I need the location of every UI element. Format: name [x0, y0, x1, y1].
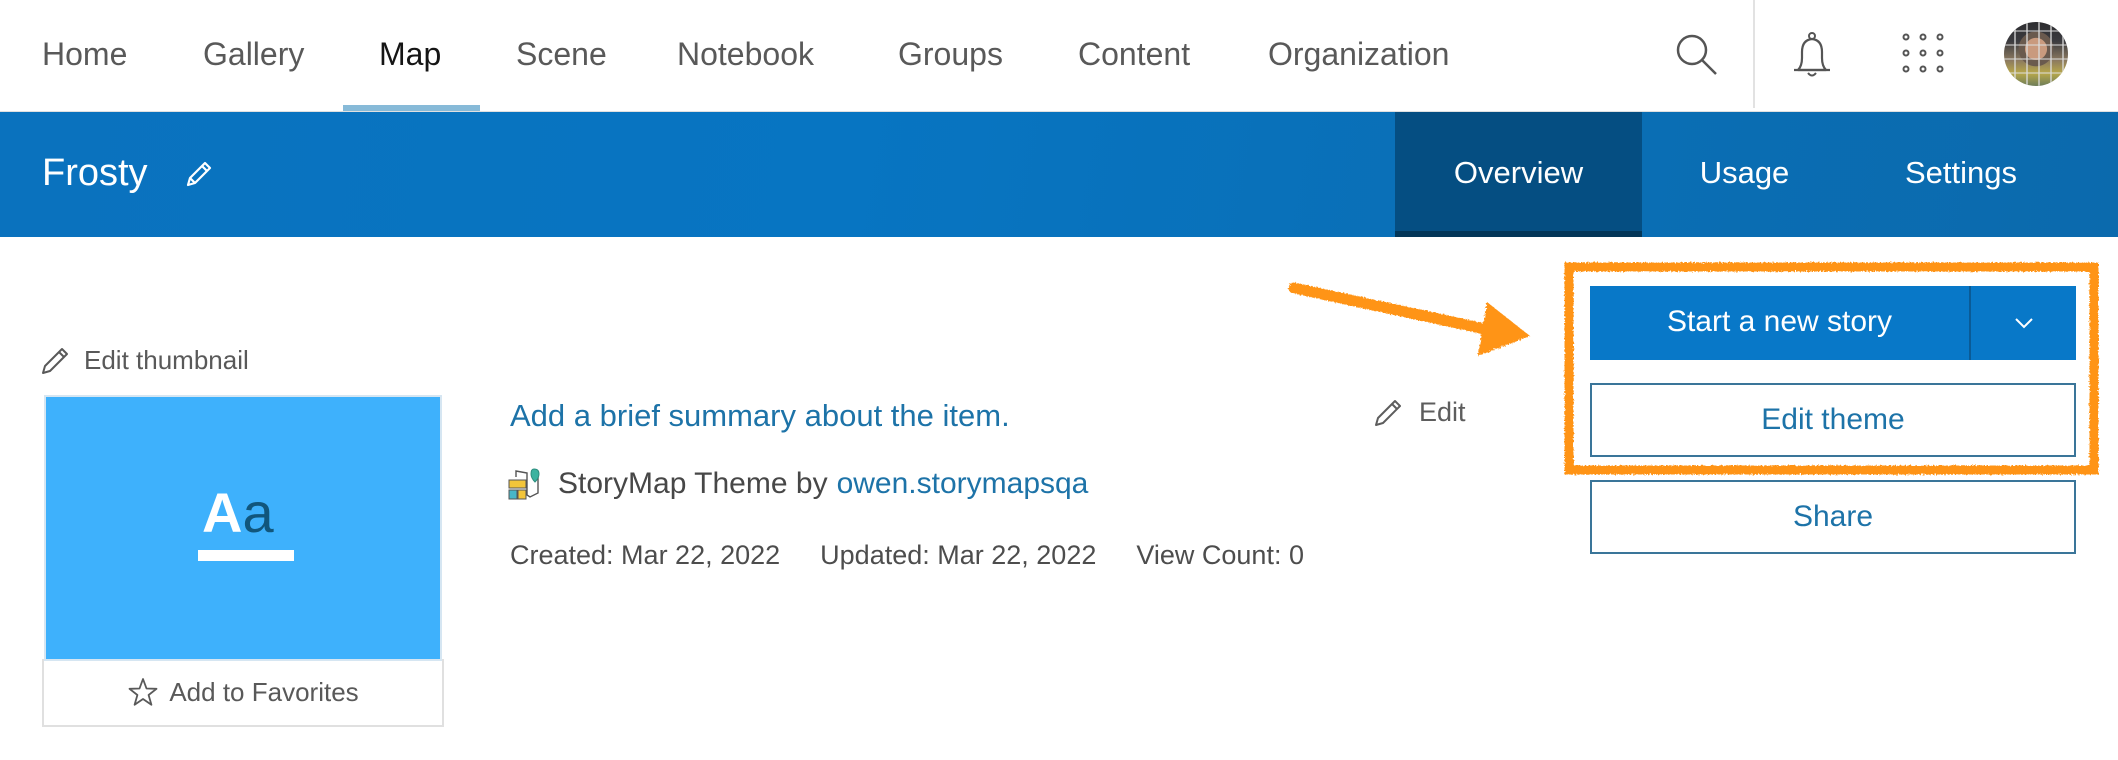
- thumbnail-text-icon: Aa: [202, 485, 274, 541]
- pencil-icon: [42, 348, 68, 374]
- nav-divider: [1753, 0, 1755, 108]
- pencil-icon: [1375, 400, 1401, 426]
- annotation-arrow: [1288, 282, 1530, 356]
- start-new-story-dropdown[interactable]: [1971, 286, 2076, 360]
- storymap-theme-icon: [508, 468, 540, 500]
- nav-item-map[interactable]: Map: [379, 0, 441, 112]
- share-button[interactable]: Share: [1590, 480, 2076, 554]
- bell-icon[interactable]: [1784, 28, 1840, 84]
- by-label: by: [795, 467, 828, 500]
- start-new-story-button[interactable]: Start a new story: [1590, 286, 1971, 360]
- edit-theme-button[interactable]: Edit theme: [1590, 383, 2076, 457]
- edit-thumbnail-label: Edit thumbnail: [84, 344, 249, 375]
- nav-item-gallery[interactable]: Gallery: [203, 0, 304, 112]
- add-to-favorites-button[interactable]: Add to Favorites: [42, 659, 444, 727]
- avatar-image: [2004, 22, 2068, 86]
- start-new-story-split-button: Start a new story: [1590, 286, 2076, 360]
- thumbnail-letter-big: A: [202, 481, 243, 544]
- edit-thumbnail-button[interactable]: Edit thumbnail: [40, 343, 249, 377]
- item-thumbnail: Aa: [44, 395, 442, 661]
- summary-placeholder-link[interactable]: Add a brief summary about the item.: [510, 398, 1010, 434]
- item-type-owner: StoryMap Theme by owen.storymapsqa: [508, 467, 1088, 501]
- updated-date: Updated: Mar 22, 2022: [820, 540, 1097, 570]
- top-navigation: Home Gallery Map Scene Notebook Groups C…: [0, 0, 2118, 112]
- pencil-icon[interactable]: [180, 157, 216, 193]
- search-icon[interactable]: [1670, 28, 1726, 84]
- star-icon: [128, 678, 158, 706]
- created-date: Created: Mar 22, 2022: [510, 540, 781, 570]
- tab-usage[interactable]: Usage: [1642, 112, 1847, 237]
- edit-summary-button[interactable]: Edit: [1373, 396, 1466, 428]
- active-nav-indicator: [343, 105, 480, 111]
- nav-item-organization[interactable]: Organization: [1268, 0, 1449, 112]
- nav-item-groups[interactable]: Groups: [898, 0, 1003, 112]
- nav-item-scene[interactable]: Scene: [516, 0, 607, 112]
- user-avatar[interactable]: [2004, 22, 2068, 86]
- tab-settings[interactable]: Settings: [1847, 112, 2075, 237]
- nav-item-home[interactable]: Home: [42, 0, 127, 112]
- app-launcher-grid-icon[interactable]: [1895, 28, 1951, 84]
- item-type: StoryMap Theme: [558, 467, 788, 500]
- tab-overview[interactable]: Overview: [1395, 112, 1642, 237]
- item-metadata: Created: Mar 22, 2022 Updated: Mar 22, 2…: [510, 540, 1304, 571]
- item-title: Frosty: [42, 152, 148, 194]
- nav-item-content[interactable]: Content: [1078, 0, 1190, 112]
- thumbnail-underline: [198, 550, 294, 561]
- chevron-down-icon: [2014, 318, 2033, 329]
- owner-link[interactable]: owen.storymapsqa: [837, 467, 1089, 501]
- thumbnail-letter-small: a: [242, 481, 274, 544]
- add-to-favorites-label: Add to Favorites: [169, 676, 359, 707]
- nav-item-notebook[interactable]: Notebook: [677, 0, 814, 112]
- edit-summary-label: Edit: [1419, 396, 1466, 427]
- view-count: View Count: 0: [1136, 540, 1304, 570]
- item-header: Frosty Overview Usage Settings: [0, 112, 2118, 237]
